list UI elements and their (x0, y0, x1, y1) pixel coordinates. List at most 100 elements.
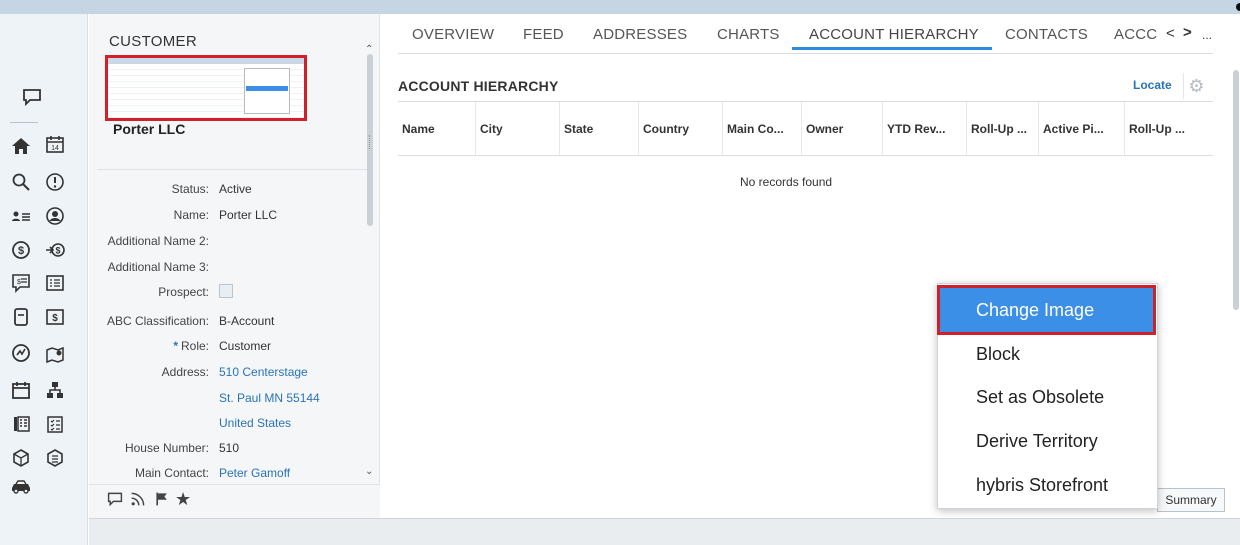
summary-button[interactable]: Summary (1157, 488, 1225, 512)
top-band (0, 0, 1240, 14)
tab-next-button[interactable]: > (1183, 24, 1192, 41)
required-marker: * (173, 339, 178, 353)
people-list-icon[interactable] (10, 205, 32, 227)
svg-text:$: $ (55, 246, 60, 256)
main-contact-row: Main Contact: Peter Gamoff (89, 466, 364, 484)
address-row: Address: 510 Centerstage (89, 365, 364, 383)
feed-icon[interactable] (130, 491, 146, 512)
list-icon[interactable] (44, 272, 66, 294)
bottom-bar (89, 518, 1240, 545)
cube-icon[interactable] (10, 447, 32, 469)
additional-name-3-row: Additional Name 3: (89, 260, 364, 278)
left-navigation-rail: 14 $ $ $ $ (0, 14, 88, 545)
tab-acc[interactable]: ACCC (1114, 26, 1157, 43)
menu-item-derive-territory[interactable]: Derive Territory (938, 421, 1157, 461)
quote-icon[interactable]: $ (10, 272, 32, 294)
tabs-divider (398, 53, 1213, 54)
phone-book-icon[interactable] (10, 413, 32, 435)
column-header[interactable]: Roll-Up ... (1125, 102, 1213, 155)
panel-resize-handle[interactable] (369, 135, 372, 149)
checklist-icon[interactable] (44, 413, 66, 435)
tab-addresses[interactable]: ADDRESSES (593, 26, 687, 43)
hierarchy-icon[interactable] (44, 379, 66, 401)
house-number-label: House Number: (124, 441, 209, 455)
alert-icon[interactable] (44, 171, 66, 193)
context-menu: Change Image Block Set as Obsolete Deriv… (937, 283, 1158, 509)
thumbnail-header (108, 58, 304, 64)
column-header[interactable]: Owner (802, 102, 883, 155)
column-header[interactable]: State (560, 102, 639, 155)
main-contact-value[interactable]: Peter Gamoff (219, 466, 290, 480)
tab-more-button[interactable]: ... (1202, 28, 1212, 42)
prospect-row: Prospect: (89, 284, 364, 303)
home-icon[interactable] (10, 135, 32, 157)
customer-image-thumbnail[interactable] (105, 55, 307, 121)
column-header[interactable]: YTD Rev... (883, 102, 967, 155)
thumbnail-menu-selected (246, 86, 288, 91)
address-row-2: St. Paul MN 55144 (89, 391, 364, 409)
document-icon[interactable] (10, 306, 32, 328)
empty-message: No records found (740, 175, 833, 189)
column-header[interactable]: Country (639, 102, 723, 155)
column-header[interactable]: Main Co... (723, 102, 802, 155)
tab-contacts[interactable]: CONTACTS (1005, 26, 1088, 43)
tab-overview[interactable]: OVERVIEW (412, 26, 494, 43)
svg-text:$: $ (52, 313, 58, 324)
svg-text:$: $ (18, 245, 24, 257)
user-icon[interactable] (44, 205, 66, 227)
name-row: Name: Porter LLC (89, 208, 364, 226)
role-label-wrap: * Role: (173, 339, 209, 353)
status-row: Status: Active (89, 182, 364, 200)
company-name: Porter LLC (113, 121, 186, 137)
address-line-1[interactable]: 510 Centerstage (219, 365, 308, 379)
money-arrow-icon[interactable]: $ (44, 239, 66, 261)
star-icon[interactable]: ★ (175, 489, 191, 510)
column-header[interactable]: Name (398, 102, 476, 155)
invoice-icon[interactable]: $ (44, 306, 66, 328)
calendar-icon[interactable]: 14 (44, 133, 66, 155)
section-title: ACCOUNT HIERARCHY (398, 78, 559, 94)
calendar2-icon[interactable] (10, 379, 32, 401)
tab-feed[interactable]: FEED (523, 26, 564, 43)
column-header[interactable]: City (476, 102, 560, 155)
menu-item-change-image[interactable]: Change Image (937, 285, 1156, 335)
locate-button[interactable]: Locate (1133, 78, 1172, 92)
panel-title: CUSTOMER (109, 33, 197, 50)
divider (97, 169, 372, 170)
menu-item-hybris-storefront[interactable]: hybris Storefront (938, 465, 1157, 505)
address-line-2[interactable]: St. Paul MN 55144 (219, 391, 320, 405)
column-header[interactable]: Active Pi... (1039, 102, 1125, 155)
chat-icon[interactable] (107, 491, 123, 512)
flag-icon[interactable] (154, 491, 170, 512)
table-header: Name City State Country Main Co... Owner… (398, 101, 1213, 156)
settings-gear-icon[interactable]: ⚙ (1183, 73, 1209, 99)
tab-prev-button[interactable]: < (1166, 25, 1175, 42)
menu-item-block[interactable]: Block (938, 334, 1157, 374)
additional-name-3-label: Additional Name 3: (107, 260, 209, 274)
abc-value: B-Account (219, 314, 275, 328)
map-icon[interactable] (44, 344, 66, 366)
chat-icon[interactable] (21, 86, 43, 108)
main-scrollbar[interactable] (1233, 60, 1240, 472)
search-icon[interactable] (10, 171, 32, 193)
role-label: Role: (180, 339, 209, 353)
name-label: Name: (173, 208, 209, 222)
tab-account-hierarchy[interactable]: ACCOUNT HIERARCHY (809, 26, 979, 43)
menu-item-set-as-obsolete[interactable]: Set as Obsolete (938, 377, 1157, 417)
address-line-3[interactable]: United States (219, 416, 291, 430)
tab-charts[interactable]: CHARTS (717, 26, 780, 43)
box-icon[interactable] (44, 447, 66, 469)
svg-text:$: $ (17, 279, 21, 286)
money-icon[interactable]: $ (10, 239, 32, 261)
scroll-down-icon[interactable]: ⌄ (365, 466, 373, 477)
prospect-checkbox[interactable] (219, 284, 233, 298)
column-header[interactable]: Roll-Up ... (967, 102, 1039, 155)
role-row: * Role: Customer (89, 339, 364, 357)
svg-text:14: 14 (51, 145, 59, 152)
name-value: Porter LLC (219, 208, 278, 222)
activity-icon[interactable] (10, 342, 32, 364)
car-icon[interactable] (10, 475, 32, 497)
status-dot (1236, 3, 1240, 11)
main-scrollbar-thumb[interactable] (1233, 70, 1239, 310)
customer-panel: CUSTOMER ⌃ Porter LLC Status: Active Nam… (89, 14, 380, 484)
